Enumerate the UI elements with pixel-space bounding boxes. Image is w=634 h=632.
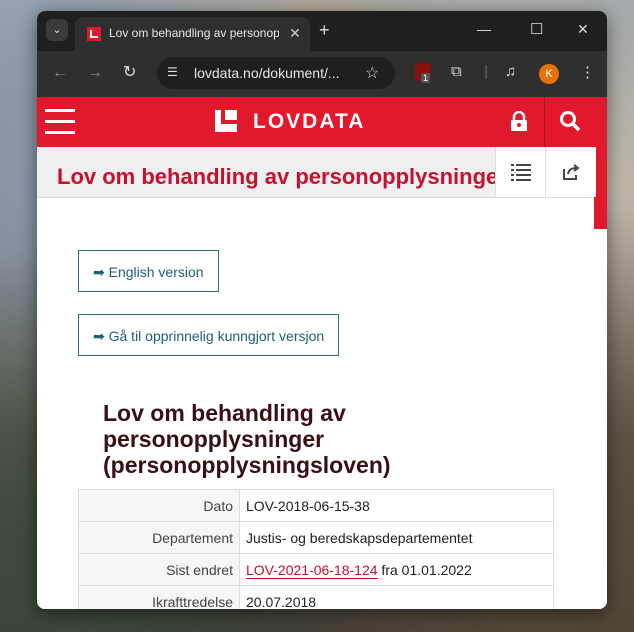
law-metadata-table: Dato LOV-2018-06-15-38 Departement Justi… [78,489,554,609]
site-header: LOVDATA [37,97,607,147]
active-tab[interactable]: Lov om behandling av personopplysninger … [75,17,310,51]
brand-name: LOVDATA [253,110,366,133]
close-tab-icon[interactable]: ✕ [287,25,303,41]
reload-button[interactable]: ↻ [123,65,136,81]
address-bar[interactable]: ☰ lovdata.no/dokument/... ☆ [157,57,395,89]
extensions-puzzle-icon[interactable]: ⧉ [451,63,462,80]
share-icon [563,164,580,180]
english-version-button[interactable]: ➡ English version [78,250,219,292]
tab-search-button[interactable]: ⌄ [46,19,68,41]
table-row: Ikrafttredelse 20.07.2018 [78,585,554,609]
amendment-link[interactable]: LOV-2021-06-18-124 [246,561,378,579]
browser-toolbar: ← → ↻ ☰ lovdata.no/dokument/... ☆ 1 ⧉ | … [37,51,607,97]
share-button[interactable] [545,147,596,197]
media-control-icon[interactable]: ♫ [505,63,516,80]
tab-title: Lov om behandling av personopplysninger [109,26,279,40]
back-button[interactable]: ← [52,65,68,81]
browser-menu-icon[interactable]: ⋮ [580,63,595,81]
list-icon [511,164,531,181]
heading-line-1: Lov om behandling av [103,400,346,426]
meta-value: LOV-2021-06-18-124 fra 01.01.2022 [239,553,554,586]
header-divider [544,97,545,147]
table-row: Dato LOV-2018-06-15-38 [78,489,554,522]
document-title-bar: Lov om behandling av personopplysninger [37,147,596,198]
search-icon[interactable] [559,110,581,132]
heading-line-2: personopplysninger [103,426,325,452]
tab-strip: ⌄ Lov om behandling av personopplysninge… [37,11,607,51]
toolbar-divider: | [484,63,488,80]
bookmark-star-icon[interactable]: ☆ [365,63,379,83]
lovdata-logo-mark [215,110,237,132]
forward-button[interactable]: → [87,65,103,81]
lovdata-favicon [87,27,101,41]
hamburger-menu-icon[interactable] [45,109,75,135]
amendment-date: fra 01.01.2022 [377,561,472,578]
url-text: lovdata.no/dokument/... [194,65,340,81]
meta-key: Departement [78,521,240,554]
close-window-button[interactable]: ✕ [577,21,589,38]
meta-value: Justis- og beredskapsdepartementet [239,521,554,554]
lock-icon[interactable] [509,111,529,131]
law-heading: Lov om behandling av personopplysninger … [103,400,483,478]
page-title: Lov om behandling av personopplysninger [57,164,497,189]
meta-value: 20.07.2018 [239,585,554,609]
minimize-button[interactable]: — [477,21,491,37]
meta-key: Sist endret [78,553,240,586]
meta-key: Ikrafttredelse [78,585,240,609]
browser-window: ⌄ Lov om behandling av personopplysninge… [37,11,607,609]
site-info-icon[interactable]: ☰ [167,65,178,79]
original-version-button[interactable]: ➡ Gå til opprinnelig kunngjort versjon [78,314,340,356]
heading-line-3: (personopplysningsloven) [103,452,391,478]
maximize-button[interactable]: ☐ [530,20,543,38]
meta-key: Dato [78,489,240,522]
table-of-contents-button[interactable] [495,147,546,197]
extension-badge: 1 [421,73,431,83]
table-row: Sist endret LOV-2021-06-18-124 fra 01.01… [78,553,554,586]
meta-value: LOV-2018-06-15-38 [239,489,554,522]
ublock-extension-icon[interactable]: 1 [415,63,431,83]
new-tab-button[interactable]: + [319,20,330,40]
profile-avatar[interactable]: K [539,64,559,84]
page-content: LOVDATA Lov om behandling av personopply… [37,97,607,609]
table-row: Departement Justis- og beredskapsdeparte… [78,521,554,554]
